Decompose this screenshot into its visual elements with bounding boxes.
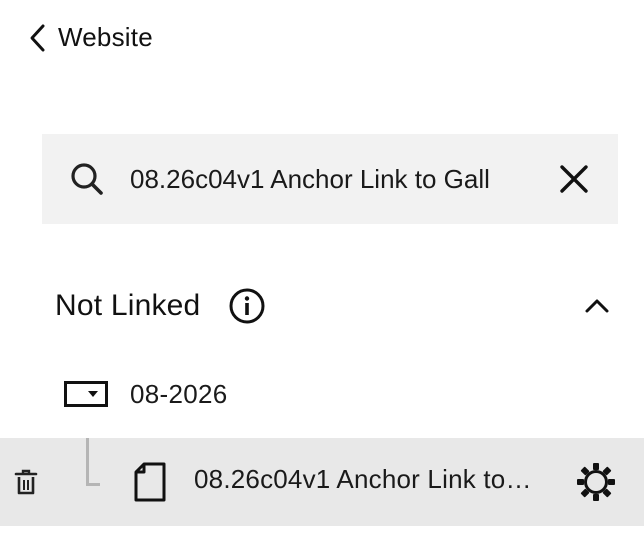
clear-search-button[interactable]: [556, 161, 592, 197]
page-item[interactable]: 08.26c04v1 Anchor Link to Gallery: [0, 438, 644, 526]
close-icon: [560, 165, 588, 193]
search-input[interactable]: [130, 163, 540, 195]
info-icon[interactable]: [228, 287, 266, 325]
pages-panel: Website Not Linked 08-2026: [0, 0, 644, 538]
trash-icon[interactable]: [14, 468, 38, 496]
section-title: Not Linked: [55, 289, 201, 322]
page-label: 08.26c04v1 Anchor Link to Gallery: [194, 464, 534, 494]
gear-icon[interactable]: [576, 462, 616, 502]
folder-item[interactable]: 08-2026: [64, 372, 228, 416]
not-linked-section-header: Not Linked: [55, 282, 611, 330]
search-box: [42, 134, 618, 224]
chevron-up-icon[interactable]: [583, 292, 611, 320]
tree-connector: [86, 438, 100, 486]
folder-label: 08-2026: [130, 378, 228, 409]
page-icon: [134, 462, 166, 502]
chevron-left-icon: [30, 24, 45, 51]
search-icon: [71, 163, 103, 195]
back-button[interactable]: Website: [28, 22, 153, 53]
folder-dropdown-icon: [64, 381, 108, 407]
back-label: Website: [58, 22, 153, 52]
